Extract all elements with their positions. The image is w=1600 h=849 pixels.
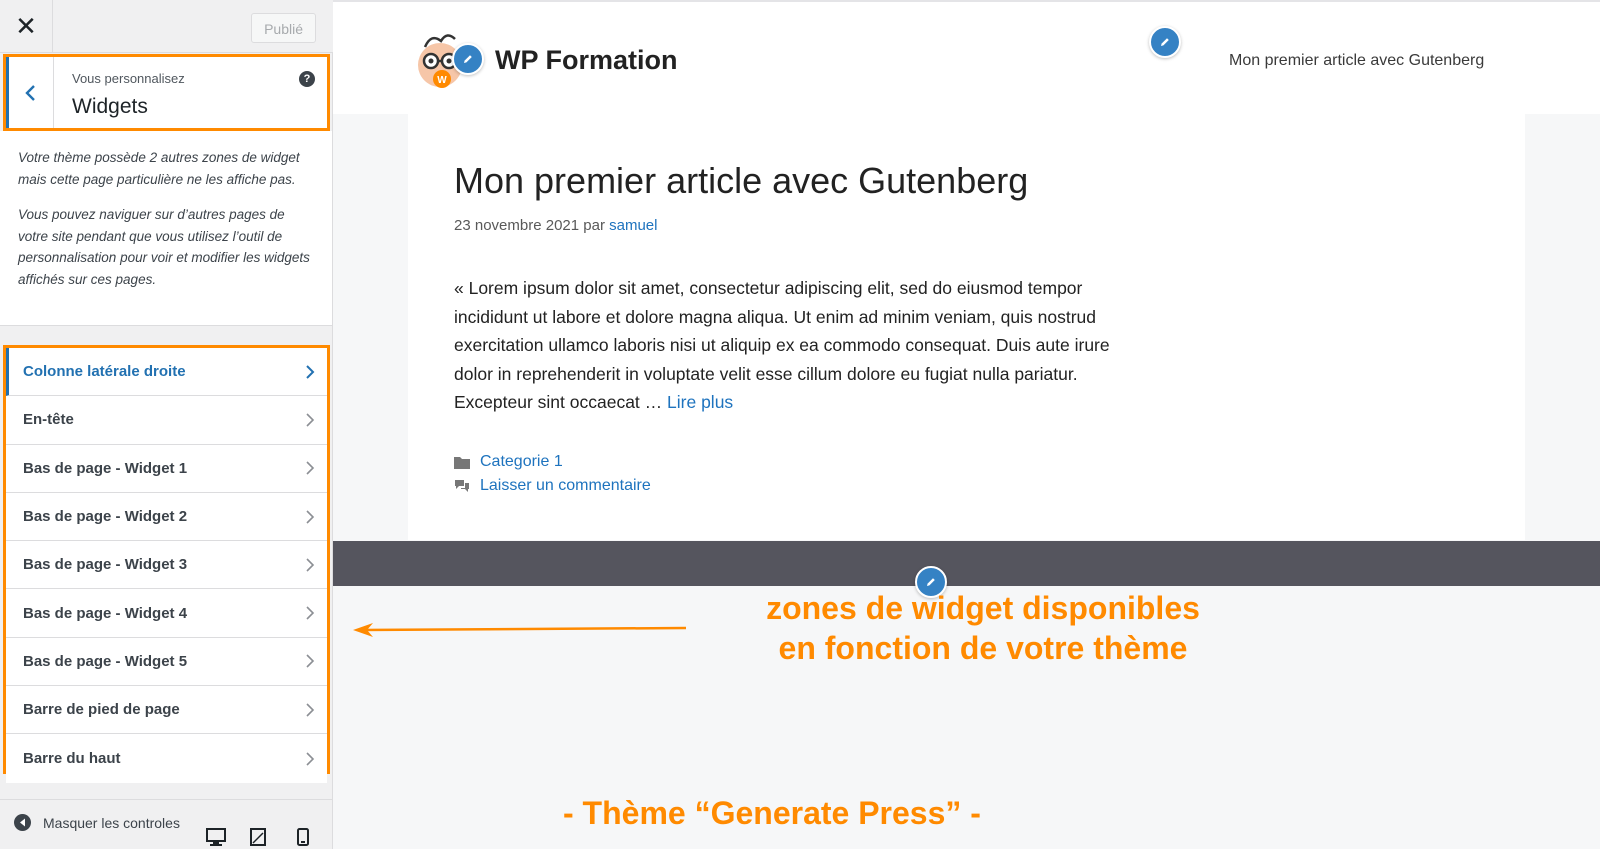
chevron-right-icon [306, 461, 315, 475]
close-customizer-button[interactable]: ✕ [0, 0, 53, 53]
chevron-right-icon [306, 509, 315, 524]
hide-controls-button[interactable]: Masquer les controles [14, 814, 180, 831]
post-author-link[interactable]: samuel [609, 217, 657, 234]
widget-area-label: En-tête [23, 411, 74, 429]
widget-area-label: Bas de page - Widget 5 [23, 652, 188, 670]
widget-area-label: Bas de page - Widget 4 [23, 604, 188, 622]
desktop-preview-icon[interactable] [206, 828, 226, 846]
section-header: Vous personnalisez Widgets ? [3, 54, 330, 131]
read-more-link[interactable]: Lire plus [667, 392, 733, 412]
widget-area-label: Bas de page - Widget 3 [23, 556, 188, 574]
hide-controls-label: Masquer les controles [43, 814, 180, 831]
site-header: W WP Formation Mon premier article avec … [333, 2, 1600, 114]
svg-text:W: W [437, 75, 447, 86]
widget-area-label: Bas de page - Widget 1 [23, 459, 188, 477]
help-icon[interactable]: ? [299, 71, 315, 87]
back-button[interactable] [6, 57, 54, 128]
widget-area-header[interactable]: En-tête [6, 396, 327, 445]
chevron-right-icon [306, 654, 315, 668]
edit-logo-shortcut[interactable] [452, 43, 484, 75]
annotation-line-1: zones de widget disponibles [766, 590, 1200, 626]
excerpt-text: « Lorem ipsum dolor sit amet, consectetu… [454, 278, 1110, 412]
chevron-left-icon [25, 84, 35, 101]
post-by: par [583, 217, 605, 234]
post-title[interactable]: Mon premier article avec Gutenberg [454, 160, 1028, 202]
theme-note: - Thème “Generate Press” - [563, 795, 981, 831]
annotation-text: zones de widget disponibles en fonction … [673, 588, 1293, 668]
description-paragraph-1: Votre thème possède 2 autres zones de wi… [18, 150, 300, 187]
section-pre-title: Vous personnalisez [72, 71, 185, 86]
post-footer: Categorie 1 Laisser un commentaire [454, 450, 651, 498]
site-preview: W WP Formation Mon premier article avec … [333, 0, 1600, 849]
site-title[interactable]: WP Formation [495, 45, 678, 76]
widget-area-label: Barre de pied de page [23, 701, 180, 719]
collapse-icon [14, 814, 31, 831]
publish-button[interactable]: Publié [251, 13, 316, 43]
folder-icon [454, 457, 470, 469]
widget-area-label: Bas de page - Widget 2 [23, 508, 188, 526]
widget-area-top-bar[interactable]: Barre du haut [6, 734, 327, 783]
post-card: Mon premier article avec Gutenberg 23 no… [408, 114, 1525, 540]
annotation-arrow-icon [353, 623, 687, 637]
widget-area-footer-4[interactable]: Bas de page - Widget 4 [6, 589, 327, 638]
sidebar-topbar: ✕ Publié [0, 0, 333, 53]
chevron-right-icon [306, 364, 315, 379]
annotation-line-2: en fonction de votre thème [778, 630, 1188, 666]
chevron-right-icon [306, 606, 315, 620]
widget-area-label: Colonne latérale droite [23, 363, 186, 381]
sidebar-footer: Masquer les controles [0, 799, 332, 849]
post-meta: 23 novembre 2021 par samuel [454, 217, 657, 234]
widget-area-footer-1[interactable]: Bas de page - Widget 1 [6, 444, 327, 493]
category-link[interactable]: Categorie 1 [480, 450, 563, 474]
chevron-right-icon [306, 751, 315, 766]
nav-menu-item[interactable]: Mon premier article avec Gutenberg [1229, 52, 1484, 70]
post-date[interactable]: 23 novembre 2021 [454, 217, 579, 234]
pencil-icon [1161, 38, 1169, 46]
post-excerpt: « Lorem ipsum dolor sit amet, consectetu… [454, 274, 1134, 417]
widget-area-label: Barre du haut [23, 750, 121, 768]
widget-area-footer-3[interactable]: Bas de page - Widget 3 [6, 541, 327, 590]
chevron-right-icon [306, 413, 315, 427]
section-title: Widgets [72, 95, 148, 118]
widget-area-footer-5[interactable]: Bas de page - Widget 5 [6, 637, 327, 687]
widget-area-right-sidebar[interactable]: Colonne latérale droite [6, 348, 327, 397]
close-icon: ✕ [15, 11, 37, 41]
chevron-right-icon [306, 703, 315, 717]
comment-link[interactable]: Laisser un commentaire [480, 474, 651, 498]
chevron-right-icon [306, 558, 315, 572]
pencil-icon [927, 578, 935, 586]
widgets-description: Votre thème possède 2 autres zones de wi… [0, 131, 332, 326]
tablet-preview-icon[interactable] [250, 828, 266, 846]
customizer-sidebar: ✕ Publié Vous personnalisez Widgets ? Vo… [0, 0, 333, 849]
comments-icon [455, 480, 469, 492]
widget-area-footer-bar[interactable]: Barre de pied de page [6, 686, 327, 735]
footer-widget-band [333, 541, 1600, 586]
widget-areas-list: Colonne latérale droite En-tête Bas de p… [3, 345, 330, 783]
mobile-preview-icon[interactable] [297, 828, 309, 846]
pencil-icon [464, 55, 472, 63]
widget-area-footer-2[interactable]: Bas de page - Widget 2 [6, 492, 327, 542]
edit-menu-shortcut[interactable] [1149, 26, 1181, 58]
description-paragraph-2: Vous pouvez naviguer sur d’autres pages … [18, 207, 310, 287]
